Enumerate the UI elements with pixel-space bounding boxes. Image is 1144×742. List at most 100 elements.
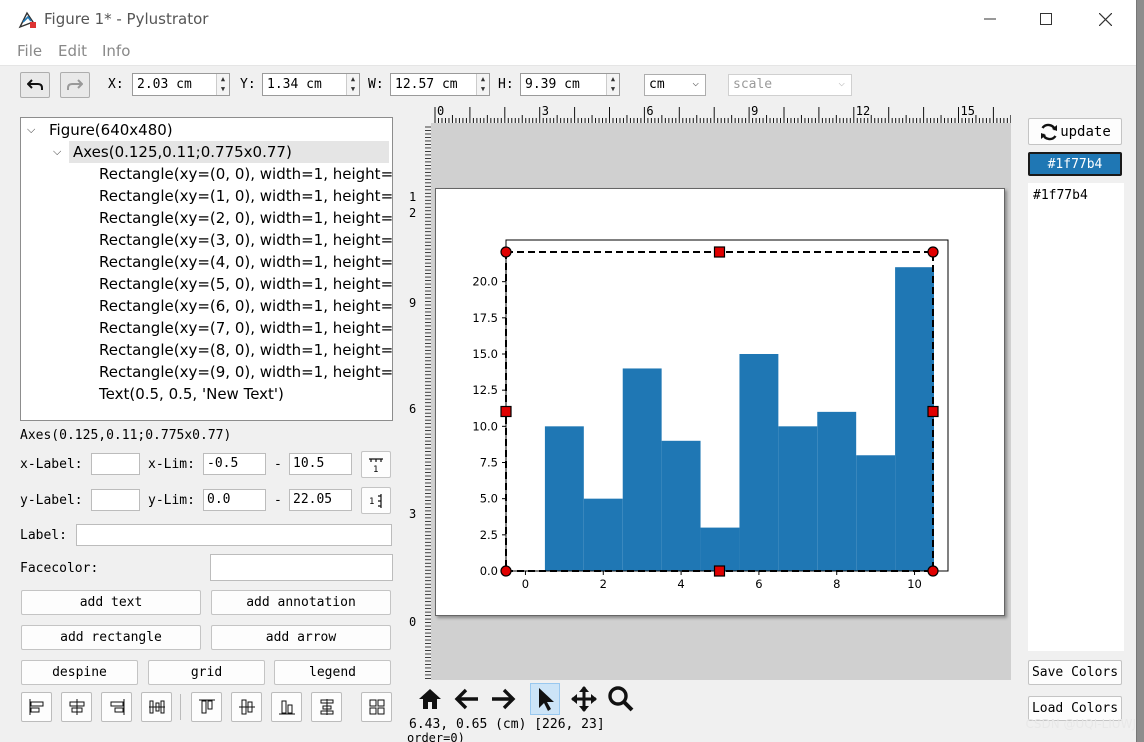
height-field[interactable]: 9.39 cm ▲ ▼ (520, 73, 620, 96)
x-spinner-arrows[interactable]: ▲ ▼ (216, 74, 229, 95)
bar-chart[interactable]: 0.0 2.5 5.0 7.5 10.0 12.5 15.0 17.5 20.0 0 2 4 6 8 10 (436, 189, 1006, 617)
tree-item-axes[interactable]: ⌵ Axes(0.125,0.11;0.775x0.77) (21, 141, 392, 163)
redo-button[interactable] (60, 72, 90, 98)
align-center-h-icon (69, 699, 84, 715)
tree-item-rect-3[interactable]: Rectangle(xy=(3, 0), width=1, height=... (99, 229, 392, 251)
maximize-button[interactable] (1026, 6, 1066, 32)
close-button[interactable] (1085, 6, 1125, 32)
y-tick-label: 5.0 (480, 492, 498, 506)
home-icon (419, 689, 441, 709)
chevron-down-icon[interactable]: ⌵ (27, 119, 35, 141)
select-tool-button[interactable] (530, 683, 560, 715)
tree-item-rect-5[interactable]: Rectangle(xy=(5, 0), width=1, height=... (99, 273, 392, 295)
x-lim-max-input[interactable]: 10.5 (289, 453, 352, 475)
y-spinner-arrows[interactable]: ▲ ▼ (346, 74, 359, 95)
edge-resize-handle[interactable] (713, 246, 726, 258)
x-label-input[interactable] (91, 453, 140, 475)
x-ticks-icon: 1 (369, 457, 383, 474)
x-lim-caption: x-Lim: (148, 457, 195, 472)
x-tick-label: 10 (907, 577, 922, 591)
label-input[interactable] (76, 524, 392, 546)
add-text-button[interactable]: add text (21, 590, 201, 615)
grid-button[interactable]: grid (148, 660, 265, 685)
edge-resize-handle[interactable] (713, 565, 726, 577)
unit-select[interactable]: cm ⌵ (644, 74, 706, 96)
add-arrow-button[interactable]: add arrow (211, 625, 391, 650)
align-center-h-button[interactable] (61, 692, 92, 722)
edge-resize-handle[interactable] (500, 405, 512, 418)
corner-resize-handle[interactable] (500, 565, 512, 577)
menu-edit[interactable]: Edit (58, 42, 87, 60)
tree-item-rect-8[interactable]: Rectangle(xy=(8, 0), width=1, height=... (99, 339, 392, 361)
y-lim-min-input[interactable]: 0.0 (203, 489, 266, 511)
menu-info[interactable]: Info (102, 42, 130, 60)
width-field[interactable]: 12.57 cm ▲ ▼ (390, 73, 490, 96)
y-label: Y: (240, 77, 256, 92)
scale-select[interactable]: scale ⌵ (728, 74, 852, 96)
ruler-left: 129630 (405, 123, 431, 680)
tree-item-rect-7[interactable]: Rectangle(xy=(7, 0), width=1, height=... (99, 317, 392, 339)
y-label-input[interactable] (91, 489, 140, 511)
corner-resize-handle[interactable] (927, 246, 939, 258)
distribute-h-button[interactable] (141, 692, 172, 722)
add-annotation-button[interactable]: add annotation (211, 590, 391, 615)
align-bottom-button[interactable] (271, 692, 302, 722)
scale-value: scale (733, 77, 773, 92)
ruler-top: 0 3 6 9 12 15 (431, 103, 1012, 123)
align-center-v-button[interactable] (231, 692, 262, 722)
tree-item-figure[interactable]: ⌵ Figure(640x480) (21, 119, 392, 141)
zoom-tool-button[interactable] (606, 683, 636, 715)
home-button[interactable] (415, 683, 445, 715)
x-ticks-button[interactable]: 1 (361, 451, 391, 478)
height-spinner-arrows[interactable]: ▲ ▼ (606, 74, 619, 95)
height-value: 9.39 cm (525, 77, 580, 92)
bar (895, 267, 934, 571)
color-swatch-button[interactable]: #1f77b4 (1028, 152, 1122, 176)
facecolor-button[interactable] (210, 554, 393, 581)
pan-tool-button[interactable] (569, 683, 599, 715)
update-button[interactable]: update (1028, 118, 1122, 145)
y-position-field[interactable]: 1.34 cm ▲ ▼ (262, 73, 360, 96)
tree-item-rect-0[interactable]: Rectangle(xy=(0, 0), width=1, height=... (99, 163, 392, 185)
menu-bar: File Edit Info (0, 38, 1136, 66)
add-rectangle-button[interactable]: add rectangle (21, 625, 201, 650)
bar (778, 426, 818, 571)
chevron-down-icon[interactable]: ⌵ (53, 141, 61, 163)
tree-item-rect-2[interactable]: Rectangle(xy=(2, 0), width=1, height=... (99, 207, 392, 229)
tree-item-rect-1[interactable]: Rectangle(xy=(1, 0), width=1, height=... (99, 185, 392, 207)
svg-text:1: 1 (373, 465, 378, 474)
y-lim-max-input[interactable]: 22.05 (289, 489, 352, 511)
corner-resize-handle[interactable] (500, 246, 512, 258)
tree-item-rect-6[interactable]: Rectangle(xy=(6, 0), width=1, height=... (99, 295, 392, 317)
align-left-button[interactable] (21, 692, 52, 722)
element-tree[interactable]: ⌵ Figure(640x480) ⌵ Axes(0.125,0.11;0.77… (20, 117, 393, 421)
menu-file[interactable]: File (17, 42, 42, 60)
y-lim-dash: - (274, 493, 282, 508)
color-list[interactable]: #1f77b4 (1028, 183, 1124, 651)
width-spinner-arrows[interactable]: ▲ ▼ (476, 74, 489, 95)
figure-page[interactable]: 0.0 2.5 5.0 7.5 10.0 12.5 15.0 17.5 20.0 0 2 4 6 8 10 (435, 188, 1005, 616)
back-button[interactable] (452, 683, 482, 715)
grid-align-button[interactable] (361, 692, 392, 722)
x-position-field[interactable]: 2.03 cm ▲ ▼ (132, 73, 230, 96)
y-ticks-button[interactable]: 1 (361, 487, 391, 514)
corner-resize-handle[interactable] (927, 565, 939, 577)
w-label: W: (368, 77, 384, 92)
distribute-v-button[interactable] (311, 692, 342, 722)
label-caption: Label: (20, 528, 67, 543)
legend-button[interactable]: legend (274, 660, 391, 685)
color-list-item[interactable]: #1f77b4 (1033, 188, 1088, 203)
forward-button[interactable] (488, 683, 518, 715)
save-colors-button[interactable]: Save Colors (1028, 660, 1122, 685)
tree-item-text[interactable]: Text(0.5, 0.5, 'New Text') (99, 383, 284, 405)
tree-item-rect-4[interactable]: Rectangle(xy=(4, 0), width=1, height=... (99, 251, 392, 273)
edge-resize-handle[interactable] (927, 405, 939, 418)
x-lim-min-input[interactable]: -0.5 (203, 453, 266, 475)
minimize-button[interactable] (970, 6, 1010, 32)
align-top-button[interactable] (191, 692, 222, 722)
align-right-button[interactable] (101, 692, 132, 722)
y-position-value: 1.34 cm (267, 77, 322, 92)
despine-button[interactable]: despine (21, 660, 138, 685)
undo-button[interactable] (20, 72, 50, 98)
tree-item-rect-9[interactable]: Rectangle(xy=(9, 0), width=1, height=... (99, 361, 392, 383)
